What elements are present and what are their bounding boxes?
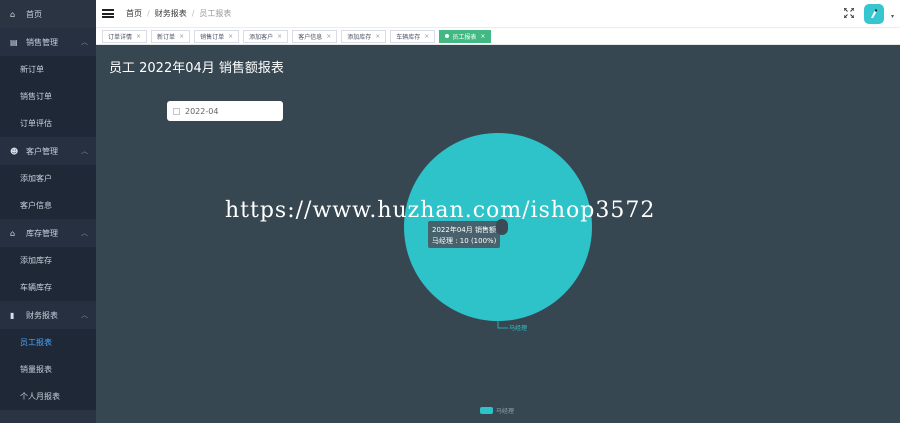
chevron-up-icon: ︿ <box>81 311 88 319</box>
tooltip-value: 马经理 : 10 (100%) <box>432 236 497 245</box>
close-icon[interactable]: × <box>136 33 141 40</box>
sidebar-item-label: 首页 <box>26 9 42 19</box>
chevron-up-icon: ︿ <box>81 38 88 46</box>
tab-employee-report[interactable]: 员工报表 × <box>439 29 492 43</box>
tab-order-detail[interactable]: 订单详情 × <box>102 29 148 43</box>
sidebar-item-new-order[interactable]: 新订单 <box>0 56 96 83</box>
sidebar-group-label: 库存管理 <box>26 228 58 238</box>
tab-customer-info[interactable]: 客户信息 × <box>292 29 338 43</box>
hamburger-menu-icon[interactable] <box>102 9 114 18</box>
tooltip-header: 2022年04月 销售额 <box>432 225 496 234</box>
close-icon[interactable]: × <box>375 33 380 40</box>
pie-label-line <box>497 321 508 329</box>
chevron-up-icon: ︿ <box>81 229 88 237</box>
breadcrumb-separator: / <box>147 9 150 18</box>
chart-icon: ▤ <box>10 37 18 47</box>
legend-swatch[interactable] <box>480 407 493 414</box>
breadcrumb: 首页 / 财务报表 / 员工报表 <box>126 8 231 19</box>
bar-chart-icon: ▮ <box>10 310 15 320</box>
chart-legend: 马经理 <box>480 407 514 415</box>
sidebar-group-label: 销售管理 <box>26 37 58 47</box>
sidebar-group-finance[interactable]: ▮ 财务报表 ︿ <box>0 301 96 329</box>
fullscreen-icon[interactable] <box>844 8 854 18</box>
sidebar-item-customer-info[interactable]: 客户信息 <box>0 192 96 219</box>
tab-label: 员工报表 <box>452 33 477 41</box>
tab-vehicle-inventory[interactable]: 车辆库存 × <box>390 29 436 43</box>
sidebar-item-add-customer[interactable]: 添加客户 <box>0 165 96 192</box>
tab-label: 销售订单 <box>200 33 225 41</box>
sidebar: ⌂ 首页 ▤ 销售管理 ︿ 新订单 销售订单 订单评估 ☻ 客户管理 ︿ 添加客… <box>0 0 96 423</box>
watermark-text: https://www.huzhan.com/ishop3572 <box>225 198 656 223</box>
breadcrumb-current: 员工报表 <box>199 9 232 18</box>
month-picker-value: 2022-04 <box>185 106 219 116</box>
breadcrumb-home[interactable]: 首页 <box>126 8 142 19</box>
tooltip: 2022年04月 销售额 马经理 : 10 (100%) <box>428 219 508 248</box>
pie-slice-label: 马经理 <box>509 324 527 332</box>
tab-label: 添加库存 <box>347 33 372 41</box>
sidebar-group-sales[interactable]: ▤ 销售管理 ︿ <box>0 28 96 56</box>
close-icon[interactable]: × <box>424 33 429 40</box>
top-navbar: 首页 / 财务报表 / 员工报表 ▾ <box>96 0 900 28</box>
breadcrumb-separator: / <box>191 9 195 18</box>
close-icon[interactable]: × <box>277 33 282 40</box>
breadcrumb-finance[interactable]: 财务报表 <box>155 8 187 19</box>
avatar[interactable] <box>864 4 884 24</box>
close-icon[interactable]: × <box>228 33 233 40</box>
home-icon: ⌂ <box>10 9 16 19</box>
main-content: 员工 2022年04月 销售额报表 马经理 2022年04月 销售额 马经理 :… <box>96 45 900 423</box>
close-icon[interactable]: × <box>179 33 184 40</box>
tab-label: 客户信息 <box>298 33 323 41</box>
caret-down-icon[interactable]: ▾ <box>891 13 894 20</box>
users-icon: ☻ <box>10 146 19 156</box>
sidebar-item-sales-volume-report[interactable]: 销量报表 <box>0 356 96 383</box>
warehouse-icon: ⌂ <box>10 228 16 238</box>
close-icon[interactable]: × <box>480 33 485 40</box>
chevron-up-icon: ︿ <box>81 147 88 155</box>
user-avatar-icon <box>871 9 878 18</box>
sidebar-item-monthly-report[interactable]: 个人月报表 <box>0 383 96 410</box>
sidebar-item-add-inventory[interactable]: 添加库存 <box>0 247 96 274</box>
sidebar-item-home[interactable]: ⌂ 首页 <box>0 0 96 28</box>
legend-item-label[interactable]: 马经理 <box>496 407 514 415</box>
tab-label: 车辆库存 <box>396 33 421 41</box>
sidebar-group-customers[interactable]: ☻ 客户管理 ︿ <box>0 137 96 165</box>
tab-label: 订单详情 <box>108 33 133 41</box>
sidebar-group-inventory[interactable]: ⌂ 库存管理 ︿ <box>0 219 96 247</box>
sidebar-item-employee-report[interactable]: 员工报表 <box>0 329 96 356</box>
sidebar-item-sales-orders[interactable]: 销售订单 <box>0 83 96 110</box>
sidebar-group-label: 客户管理 <box>26 146 58 156</box>
sidebar-group-label: 财务报表 <box>26 310 58 320</box>
active-dot-icon <box>445 34 450 38</box>
tab-label: 新订单 <box>157 33 176 41</box>
tab-add-inventory[interactable]: 添加库存 × <box>341 29 387 43</box>
tags-view: 订单详情 × 新订单 × 销售订单 × 添加客户 × 客户信息 × 添加库存 × 车辆库存 ×… <box>96 28 900 45</box>
sidebar-item-order-review[interactable]: 订单评估 <box>0 110 96 137</box>
tab-new-order[interactable]: 新订单 × <box>151 29 191 43</box>
calendar-icon <box>173 107 180 115</box>
month-picker[interactable]: 2022-04 <box>167 101 283 121</box>
tab-add-customer[interactable]: 添加客户 × <box>243 29 289 43</box>
tab-sales-orders[interactable]: 销售订单 × <box>194 29 240 43</box>
tab-label: 添加客户 <box>249 33 274 41</box>
sidebar-item-vehicle-inventory[interactable]: 车辆库存 <box>0 274 96 301</box>
close-icon[interactable]: × <box>326 33 331 40</box>
